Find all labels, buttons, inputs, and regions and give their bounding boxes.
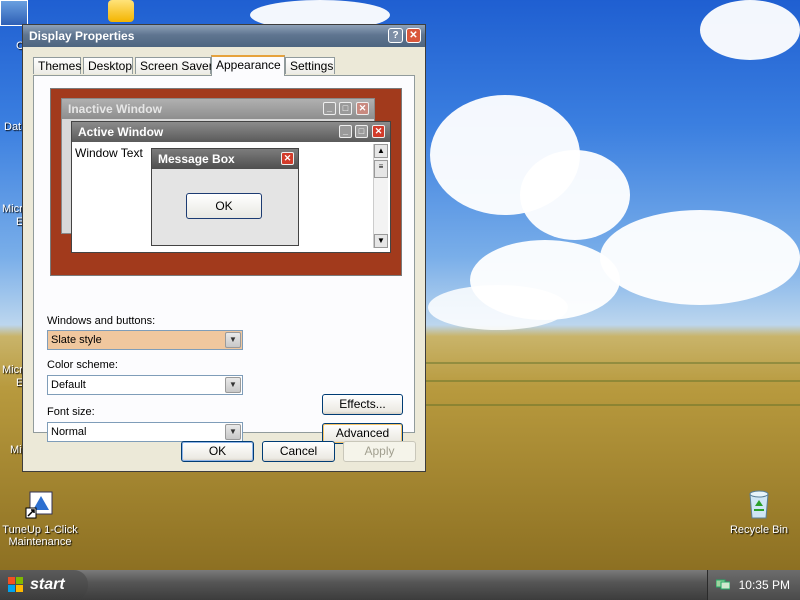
scroll-up-icon: ▲ bbox=[374, 144, 388, 158]
recycle-bin-desktop-icon[interactable]: Recycle Bin bbox=[714, 488, 800, 536]
scroll-down-icon: ▼ bbox=[374, 234, 388, 248]
clipped-label-dat: Dat bbox=[4, 121, 22, 133]
clipped-label-mi: Mi bbox=[10, 444, 22, 456]
chevron-down-icon[interactable]: ▼ bbox=[225, 377, 241, 393]
title-bar[interactable]: Display Properties ? ✕ bbox=[23, 25, 425, 47]
color-scheme-value: Default bbox=[51, 379, 86, 391]
system-tray: 10:35 PM bbox=[707, 570, 800, 600]
color-scheme-select[interactable]: Default ▼ bbox=[47, 375, 243, 395]
preview-active-window: Active Window _ □ ✕ Window Text ▲ ≡ ▼ Me… bbox=[71, 121, 391, 253]
preview-scrollbar: ▲ ≡ ▼ bbox=[373, 144, 388, 248]
message-box-ok-button: OK bbox=[186, 193, 262, 219]
field-row bbox=[420, 380, 800, 382]
cloud bbox=[520, 150, 630, 240]
tab-themes[interactable]: Themes bbox=[33, 57, 81, 74]
field-row bbox=[420, 362, 800, 364]
start-label: start bbox=[30, 576, 65, 593]
window-text: Window Text bbox=[75, 146, 143, 160]
tuneup-label: TuneUp 1-Click Maintenance bbox=[2, 524, 78, 548]
appearance-preview: Inactive Window _ □ ✕ Active Window _ □ … bbox=[50, 88, 402, 276]
font-size-select[interactable]: Normal ▼ bbox=[47, 422, 243, 442]
my-computer-icon[interactable] bbox=[0, 0, 28, 26]
active-window-title: Active Window _ □ ✕ bbox=[72, 122, 390, 142]
active-window-title-text: Active Window bbox=[78, 125, 164, 139]
scroll-thumb: ≡ bbox=[374, 160, 388, 178]
apply-button[interactable]: Apply bbox=[343, 441, 416, 462]
close-icon: ✕ bbox=[372, 125, 385, 138]
font-size-label: Font size: bbox=[47, 406, 95, 418]
tuneup-desktop-icon[interactable]: TuneUp 1-Click Maintenance bbox=[0, 488, 85, 548]
tab-settings[interactable]: Settings bbox=[285, 57, 335, 74]
preview-message-box: Message Box ✕ OK bbox=[151, 148, 299, 246]
close-button[interactable]: ✕ bbox=[406, 28, 421, 43]
close-icon: ✕ bbox=[356, 102, 369, 115]
maximize-icon: □ bbox=[355, 125, 368, 138]
clipped-label-micr: Micr bbox=[2, 364, 23, 376]
clock[interactable]: 10:35 PM bbox=[739, 578, 790, 592]
tab-desktop[interactable]: Desktop bbox=[83, 57, 133, 74]
display-properties-dialog: Display Properties ? ✕ Themes Desktop Sc… bbox=[22, 24, 426, 472]
chevron-down-icon[interactable]: ▼ bbox=[225, 424, 241, 440]
cloud bbox=[700, 0, 800, 60]
window-title: Display Properties bbox=[29, 29, 135, 43]
recycle-bin-icon bbox=[743, 488, 775, 520]
maximize-icon: □ bbox=[339, 102, 352, 115]
color-scheme-label: Color scheme: bbox=[47, 359, 118, 371]
start-button[interactable]: start bbox=[0, 570, 88, 600]
cloud bbox=[428, 285, 568, 330]
network-icon[interactable] bbox=[716, 578, 730, 590]
windows-buttons-label: Windows and buttons: bbox=[47, 315, 156, 327]
field-row bbox=[420, 404, 800, 406]
minimize-icon: _ bbox=[323, 102, 336, 115]
chevron-down-icon[interactable]: ▼ bbox=[225, 332, 241, 348]
recycle-bin-label: Recycle Bin bbox=[729, 524, 789, 536]
help-button[interactable]: ? bbox=[388, 28, 403, 43]
ok-button[interactable]: OK bbox=[181, 441, 254, 462]
font-size-value: Normal bbox=[51, 426, 87, 438]
cloud bbox=[600, 210, 800, 305]
minimize-icon: _ bbox=[339, 125, 352, 138]
clipped-label-micr: Micr bbox=[2, 203, 23, 215]
message-box-title-text: Message Box bbox=[158, 152, 235, 166]
tab-appearance[interactable]: Appearance bbox=[211, 55, 285, 76]
inactive-window-title: Inactive Window _ □ ✕ bbox=[62, 99, 374, 119]
inactive-window-title-text: Inactive Window bbox=[68, 102, 162, 116]
tuneup-icon bbox=[24, 488, 56, 520]
folder-icon[interactable] bbox=[108, 0, 134, 22]
effects-button[interactable]: Effects... bbox=[322, 394, 403, 415]
appearance-panel: Inactive Window _ □ ✕ Active Window _ □ … bbox=[33, 75, 415, 444]
windows-buttons-select[interactable]: Slate style ▼ bbox=[47, 330, 243, 350]
message-box-title: Message Box ✕ bbox=[152, 149, 298, 169]
taskbar: start 10:35 PM bbox=[0, 570, 800, 600]
cancel-button[interactable]: Cancel bbox=[262, 441, 335, 462]
close-icon: ✕ bbox=[281, 152, 294, 165]
windows-buttons-value: Slate style bbox=[51, 334, 102, 346]
tab-screen-saver[interactable]: Screen Saver bbox=[135, 57, 213, 74]
windows-logo-icon bbox=[8, 577, 24, 593]
